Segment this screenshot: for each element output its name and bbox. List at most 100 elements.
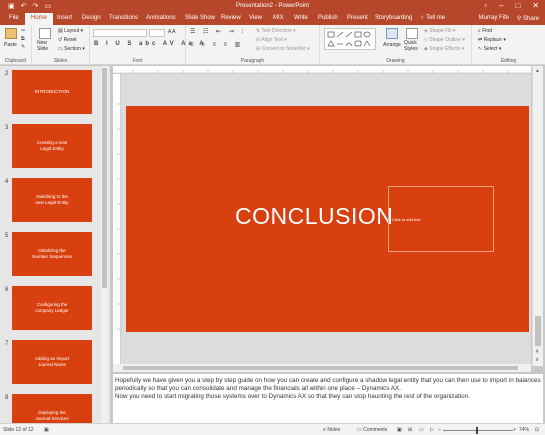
tab-animations[interactable]: Animations — [146, 15, 176, 21]
fit-slide-icon[interactable]: ⊡ — [535, 427, 539, 433]
tab-present[interactable]: Present — [347, 15, 368, 21]
cut-icon[interactable]: ✂ — [21, 28, 25, 34]
arrange-button[interactable]: Arrange — [383, 42, 401, 48]
thumbnail-scrollbar-thumb[interactable] — [102, 68, 107, 288]
shape-effects-button[interactable]: ◆ Shape Effects ▾ — [424, 46, 464, 52]
maximize-icon[interactable]: □ — [515, 1, 520, 10]
slide-thumbnail[interactable]: 8 Deploying the Journal Services — [0, 394, 100, 423]
zoom-in-icon[interactable]: + — [513, 427, 516, 433]
notes-toggle[interactable]: ≡ Notes — [323, 427, 340, 433]
slide-thumbnail[interactable]: 6 Configuring the company Ledger — [0, 286, 100, 336]
tab-home[interactable]: Home — [25, 13, 54, 25]
tab-review[interactable]: Review — [221, 15, 241, 21]
vertical-scrollbar-thumb[interactable] — [535, 316, 541, 346]
share-button[interactable]: ⚲ Share — [517, 15, 539, 22]
zoom-out-icon[interactable]: – — [438, 427, 441, 433]
slide-thumbnail-image: Deploying the Journal Services — [12, 394, 92, 423]
align-buttons[interactable]: ≡ ≡ ≡ ≡ ▥ — [190, 41, 243, 48]
tab-write[interactable]: Write — [294, 15, 308, 21]
copy-icon[interactable]: ⧉ — [21, 36, 25, 42]
list-buttons[interactable]: ☰ ☷ ⇤ ⇥ ⁝ — [190, 28, 246, 35]
new-slide-button[interactable]: New Slide — [37, 40, 53, 52]
font-size-select[interactable] — [149, 29, 165, 37]
clipboard-group: Paste ✂ ⧉ ✎ Clipboard — [0, 25, 32, 65]
tab-view[interactable]: View — [249, 15, 262, 21]
tell-me-label: Tell me — [426, 15, 446, 21]
shapes-gallery[interactable] — [324, 28, 376, 50]
quick-styles-icon[interactable] — [406, 28, 418, 39]
format-painter-icon[interactable]: ✎ — [21, 44, 25, 50]
font-group: A A B I U S abc AV Aa A Font — [90, 25, 204, 65]
normal-view-icon[interactable]: ▣ — [397, 427, 402, 433]
paste-button[interactable]: Paste — [4, 42, 17, 48]
zoom-level[interactable]: 74% — [519, 427, 529, 433]
tab-file[interactable]: File — [9, 15, 19, 21]
minimize-icon[interactable]: – — [499, 1, 503, 10]
paste-icon[interactable] — [5, 28, 17, 39]
notes-toggle-label: Notes — [327, 427, 341, 433]
shape-outline-button[interactable]: ◇ Shape Outline ▾ — [424, 37, 465, 43]
slide-thumbnail[interactable]: 4 Switching to the new Legal Entity — [0, 178, 100, 228]
slide-title[interactable]: CONCLUSION — [235, 203, 396, 235]
reset-button[interactable]: ↺ Reset — [58, 37, 77, 43]
find-button[interactable]: ⌕ Find — [478, 28, 492, 34]
section-button[interactable]: ▭ Section ▾ — [58, 46, 85, 52]
scroll-up-icon[interactable]: ▲ — [535, 68, 540, 74]
editing-group: ⌕ Find ⇄ Replace ▾ ↖ Select ▾ Editing — [472, 25, 545, 65]
replace-button[interactable]: ⇄ Replace ▾ — [478, 37, 506, 43]
slide-thumbnail-title: Deploying the Journal Services — [35, 410, 69, 421]
slides-group: New Slide ▤ Layout ▾ ↺ Reset ▭ Section ▾… — [32, 25, 90, 65]
notes-pane[interactable]: Hopefully we have given you a step by st… — [113, 372, 543, 423]
tell-me-search[interactable]: ♀ Tell me — [420, 15, 445, 21]
vertical-scrollbar[interactable]: ▲ ⇞ ⇟ — [532, 66, 543, 366]
tab-transitions[interactable]: Transitions — [109, 15, 138, 21]
arrange-icon[interactable] — [386, 28, 398, 39]
tab-design[interactable]: Design — [82, 15, 101, 21]
close-icon[interactable]: ✕ — [532, 1, 539, 10]
font-family-select[interactable] — [93, 29, 147, 37]
reading-view-icon[interactable]: ▭ — [419, 427, 424, 433]
zoom-slider[interactable] — [443, 430, 513, 431]
tab-slide-show[interactable]: Slide Show — [185, 15, 215, 21]
slide-thumbnail[interactable]: 7 Adding an Import Journal Name — [0, 340, 100, 390]
layout-button[interactable]: ▤ Layout ▾ — [58, 28, 83, 34]
tab-storyboarding[interactable]: Storyboarding — [375, 15, 412, 21]
convert-smartart-button[interactable]: ⊞ Convert to SmartArt ▾ — [256, 46, 310, 52]
select-button[interactable]: ↖ Select ▾ — [478, 46, 501, 52]
text-direction-button[interactable]: ⇅ Text Direction ▾ — [256, 28, 296, 34]
slide-thumbnail[interactable]: 5 Initializing the Number Sequences — [0, 232, 100, 282]
align-text-button[interactable]: ⊟ Align Text ▾ — [256, 37, 287, 43]
slide-number: 2 — [5, 71, 9, 77]
tab-mix[interactable]: MIX — [273, 15, 284, 21]
new-slide-icon[interactable] — [39, 28, 51, 39]
vertical-ruler-ticks — [117, 103, 120, 330]
spelling-icon[interactable]: ▣ — [44, 427, 49, 433]
content-placeholder[interactable]: Click to add text — [388, 186, 494, 252]
zoom-slider-thumb[interactable] — [475, 427, 478, 434]
slide-thumbnail[interactable]: 3 Creating a new Legal Entity — [0, 124, 100, 174]
slide-show-icon[interactable]: ▷ — [430, 427, 434, 433]
horizontal-scrollbar[interactable] — [113, 364, 531, 372]
slide-thumbnail[interactable]: 2 INTRODUCTION — [0, 70, 100, 120]
comments-toggle[interactable]: ▭ Comments — [357, 427, 387, 433]
notes-paragraph: Hopefully we have given you a step by st… — [115, 377, 541, 393]
current-slide[interactable]: CONCLUSION Click to add text — [126, 106, 529, 332]
slide-sorter-icon[interactable]: ⊞ — [408, 427, 412, 433]
horizontal-scrollbar-thumb[interactable] — [123, 366, 518, 370]
next-slide-icon[interactable]: ⇟ — [535, 357, 539, 363]
window-controls: ▫ – □ ✕ — [484, 1, 539, 10]
user-name[interactable]: Murray Fife — [479, 15, 509, 21]
shapes-gallery-icons — [327, 31, 371, 47]
thumbnail-scrollbar[interactable] — [101, 66, 108, 423]
tab-publish[interactable]: Publish — [318, 15, 338, 21]
text-direction-label: Text Direction — [261, 28, 292, 34]
quick-styles-button[interactable]: Quick Styles — [404, 40, 420, 52]
previous-slide-icon[interactable]: ⇞ — [535, 349, 539, 355]
slide-number: 8 — [5, 395, 9, 401]
font-size-adjust-icons[interactable]: A A — [168, 29, 176, 35]
shape-fill-button[interactable]: ◈ Shape Fill ▾ — [424, 28, 455, 34]
slide-thumbnail-title: Adding an Import Journal Name — [34, 356, 70, 367]
slide-thumbnail-image: Adding an Import Journal Name — [12, 340, 92, 384]
ribbon-display-icon[interactable]: ▫ — [484, 1, 487, 10]
tab-insert[interactable]: Insert — [57, 15, 72, 21]
